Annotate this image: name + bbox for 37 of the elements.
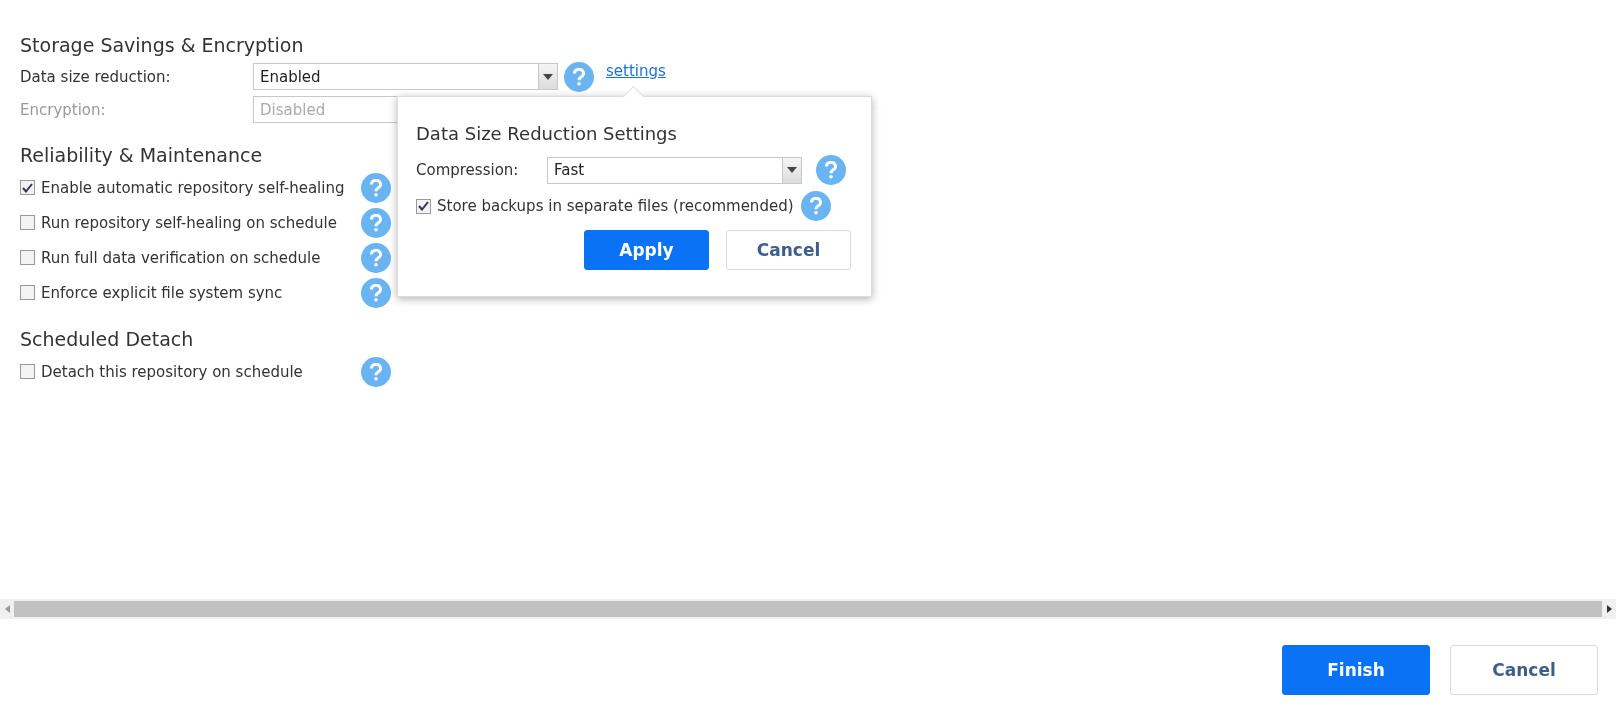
help-icon[interactable] xyxy=(564,61,594,92)
checkbox[interactable] xyxy=(20,215,35,230)
help-icon[interactable] xyxy=(361,356,391,387)
cancel-button[interactable]: Cancel xyxy=(1450,645,1598,695)
help-icon[interactable] xyxy=(801,191,831,221)
checkbox-label: Detach this repository on schedule xyxy=(41,362,304,381)
field-label: Data size reduction: xyxy=(20,67,172,86)
help-icon[interactable] xyxy=(361,207,391,238)
help-icon[interactable] xyxy=(816,155,846,185)
checkbox[interactable] xyxy=(20,364,35,379)
checkbox[interactable] xyxy=(416,198,431,214)
checkbox-label: Run full data verification on schedule xyxy=(41,248,322,267)
settings-link[interactable]: settings xyxy=(606,62,666,80)
finish-button[interactable]: Finish xyxy=(1282,645,1430,695)
field-label: Compression: xyxy=(416,161,520,179)
field-label: Encryption: xyxy=(20,100,107,119)
checkbox-label: Run repository self-healing on schedule xyxy=(41,213,338,232)
dropdown-field[interactable]: Enabled xyxy=(253,63,558,90)
checkbox-label: Enforce explicit file system sync xyxy=(41,283,284,302)
help-icon[interactable] xyxy=(361,242,391,273)
checkbox-label: Store backups in separate files (recommended) xyxy=(437,197,795,215)
help-icon[interactable] xyxy=(361,277,391,308)
popup-title: Data Size Reduction Settings xyxy=(416,123,678,144)
apply-button[interactable]: Apply xyxy=(584,230,709,270)
checkbox-label: Enable automatic repository self-healing xyxy=(41,178,346,197)
section-heading: Scheduled Detach xyxy=(20,328,195,350)
horizontal-scrollbar[interactable] xyxy=(0,599,1616,619)
dropdown-caret-icon xyxy=(538,64,557,89)
dropdown-caret-icon xyxy=(782,157,801,183)
checkbox[interactable] xyxy=(20,180,35,195)
dropdown-field[interactable]: Fast xyxy=(547,156,802,184)
checkbox[interactable] xyxy=(20,285,35,300)
section-heading: Reliability & Maintenance xyxy=(20,144,264,166)
checkbox[interactable] xyxy=(20,250,35,265)
help-icon[interactable] xyxy=(361,172,391,203)
section-heading: Storage Savings & Encryption xyxy=(20,34,305,56)
cancel-button[interactable]: Cancel xyxy=(726,230,851,270)
